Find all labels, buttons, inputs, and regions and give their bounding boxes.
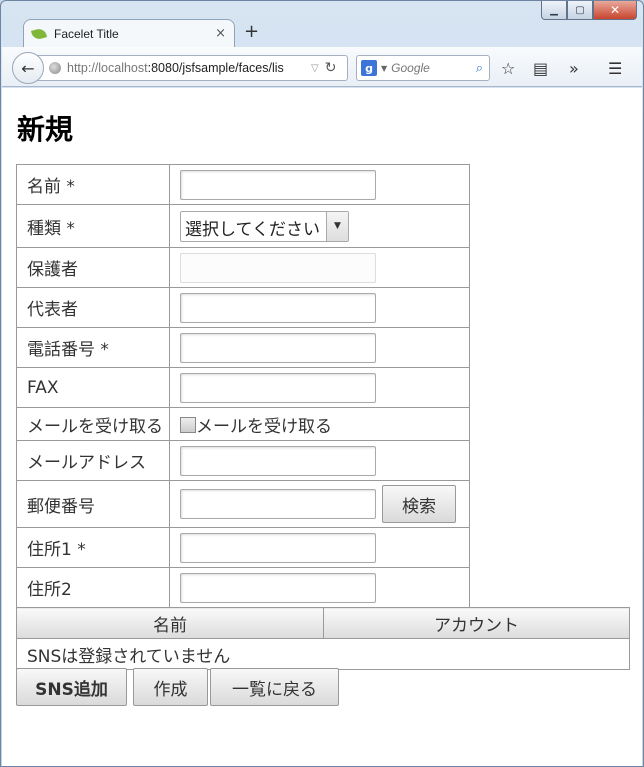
sns-header-name[interactable]: 名前 xyxy=(16,607,324,639)
page-content: 新規 名前 * 種類 * 選択してください ▼ 保護者 代表者 電話番号 * F… xyxy=(2,88,642,766)
phone-label: 電話番号 * xyxy=(16,327,170,368)
name-label: 名前 * xyxy=(16,164,170,205)
tab-title: Facelet Title xyxy=(54,26,119,41)
receive-mail-checkbox-label[interactable]: メールを受け取る xyxy=(196,417,332,437)
leaf-icon xyxy=(30,26,48,41)
add-sns-button[interactable]: SNS追加 xyxy=(16,668,127,706)
type-select-value: 選択してください xyxy=(185,219,320,240)
fax-label: FAX xyxy=(16,367,170,408)
close-window-icon[interactable]: ✕ xyxy=(593,1,637,20)
url-host: http://localhost xyxy=(67,61,148,75)
receive-mail-checkbox[interactable] xyxy=(180,416,196,433)
globe-icon xyxy=(49,62,61,74)
url-bar[interactable]: http://localhost:8080/jsfsample/faces/li… xyxy=(32,55,348,81)
back-to-list-button[interactable]: 一覧に戻る xyxy=(210,668,339,706)
address2-input[interactable] xyxy=(180,572,376,603)
navigation-bar: ← http://localhost:8080/jsfsample/faces/… xyxy=(2,47,642,87)
google-icon[interactable]: g xyxy=(361,60,377,76)
phone-input[interactable] xyxy=(180,332,376,363)
registration-form: 名前 * 種類 * 選択してください ▼ 保護者 代表者 電話番号 * FAX … xyxy=(16,164,470,608)
maximize-icon[interactable]: ▢ xyxy=(567,1,593,20)
browser-window: ▁ ▢ ✕ Facelet Title × + ← http://localho… xyxy=(0,0,644,767)
action-buttons: SNS追加 作成 一覧に戻る xyxy=(16,668,345,706)
guardian-label: 保護者 xyxy=(16,247,170,288)
minimize-icon[interactable]: ▁ xyxy=(541,1,567,20)
receive-mail-label: メールを受け取る xyxy=(16,407,170,441)
overflow-chevron-icon[interactable]: » xyxy=(569,59,579,78)
address1-label: 住所1 * xyxy=(16,527,170,568)
guardian-input xyxy=(180,252,376,283)
address1-input[interactable] xyxy=(180,532,376,563)
search-placeholder: Google xyxy=(391,61,430,75)
reload-icon[interactable]: ↻ xyxy=(325,60,337,76)
type-label: 種類 * xyxy=(16,204,170,248)
search-bar[interactable]: g ▼ Google ⌕ xyxy=(356,55,490,81)
name-input[interactable] xyxy=(180,169,376,200)
representative-input[interactable] xyxy=(180,292,376,323)
sns-empty-message: SNSは登録されていません xyxy=(16,638,630,670)
address2-label: 住所2 xyxy=(16,567,170,608)
chevron-down-icon[interactable]: ▼ xyxy=(325,211,348,241)
address-search-button[interactable]: 検索 xyxy=(382,485,456,523)
create-button[interactable]: 作成 xyxy=(133,668,208,706)
window-controls: ▁ ▢ ✕ xyxy=(541,1,637,22)
tab-close-icon[interactable]: × xyxy=(215,26,226,41)
bookmark-star-icon[interactable]: ☆ xyxy=(501,59,515,78)
url-dropdown-icon[interactable]: ▽ xyxy=(311,63,319,74)
menu-icon[interactable]: ☰ xyxy=(608,59,622,78)
sns-header-account[interactable]: アカウント xyxy=(323,607,630,639)
fax-input[interactable] xyxy=(180,372,376,403)
type-select[interactable]: 選択してください ▼ xyxy=(180,210,349,242)
email-input[interactable] xyxy=(180,445,376,476)
representative-label: 代表者 xyxy=(16,287,170,328)
url-text[interactable]: http://localhost:8080/jsfsample/faces/li… xyxy=(67,61,307,75)
url-path: :8080/jsfsample/faces/lis xyxy=(147,61,284,75)
new-tab-button[interactable]: + xyxy=(244,21,259,42)
postal-code-label: 郵便番号 xyxy=(16,480,170,528)
reading-list-icon[interactable]: ▤ xyxy=(533,59,548,78)
page-title: 新規 xyxy=(17,113,74,146)
postal-code-input[interactable] xyxy=(180,489,376,519)
search-icon[interactable]: ⌕ xyxy=(476,61,483,76)
sns-table: 名前 アカウント SNSは登録されていません xyxy=(16,607,630,670)
engine-dropdown-icon[interactable]: ▼ xyxy=(381,64,387,73)
email-label: メールアドレス xyxy=(16,440,170,481)
back-arrow-icon[interactable]: ← xyxy=(12,52,44,84)
browser-tab[interactable]: Facelet Title × xyxy=(23,19,235,47)
